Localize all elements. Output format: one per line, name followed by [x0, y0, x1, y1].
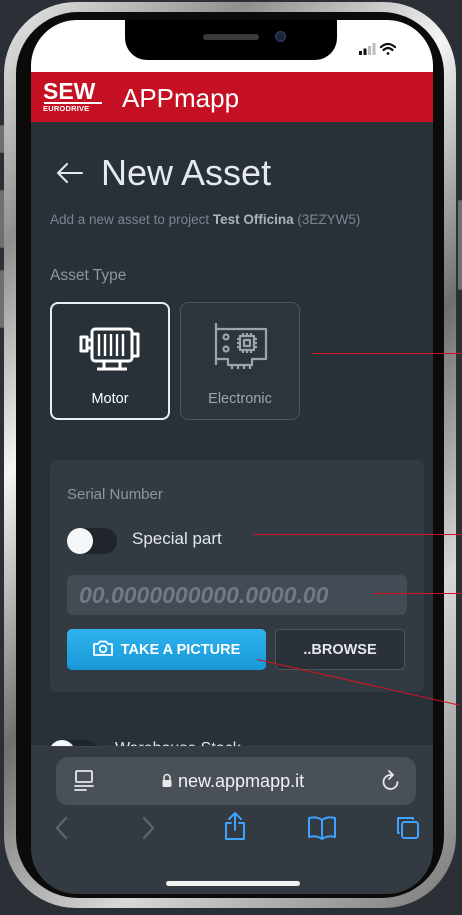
- annotation-line: [312, 353, 462, 354]
- annotation-line: [373, 593, 462, 594]
- front-camera: [275, 31, 286, 42]
- reload-icon[interactable]: [380, 769, 402, 798]
- asset-type-motor-card[interactable]: Motor: [50, 302, 170, 420]
- project-name: Test Officina: [212, 212, 294, 227]
- status-bar: [31, 20, 433, 72]
- wifi-icon: [379, 42, 397, 55]
- back-icon[interactable]: [53, 815, 71, 846]
- forward-icon[interactable]: [139, 815, 157, 846]
- special-part-label: Special part: [132, 529, 222, 548]
- asset-type-label: Asset Type: [50, 267, 127, 284]
- take-picture-label: TAKE A PICTURE: [120, 641, 241, 658]
- subtitle-prefix: Add a new asset to project: [50, 212, 210, 227]
- project-code: (3EZYW5): [297, 212, 361, 227]
- notch: [125, 20, 337, 60]
- bookmarks-icon[interactable]: [307, 815, 337, 846]
- address-bar[interactable]: new.appmapp.it: [56, 757, 416, 805]
- asset-type-electronic-card[interactable]: Electronic: [180, 302, 300, 420]
- share-icon[interactable]: [223, 811, 247, 846]
- camera-icon: [92, 640, 113, 660]
- serial-number-input[interactable]: [67, 575, 407, 615]
- status-icons: [359, 42, 397, 61]
- page-subtitle: Add a new asset to project Test Officina…: [50, 212, 360, 227]
- lock-icon: [161, 773, 173, 793]
- home-indicator: [166, 881, 300, 886]
- tabs-icon[interactable]: [395, 815, 421, 846]
- phone-power-button: [458, 200, 462, 290]
- electronic-label: Electronic: [208, 391, 272, 407]
- phone-screen: SEW EURODRIVE APPmapp New Asset Add a ne…: [31, 20, 433, 894]
- sew-eurodrive-logo: SEW EURODRIVE: [43, 78, 103, 113]
- motor-icon: [52, 322, 168, 372]
- page-title: New Asset: [101, 152, 272, 193]
- annotation-line: [253, 534, 462, 535]
- signal-icon: [359, 43, 376, 55]
- serial-number-label: Serial Number: [67, 486, 163, 503]
- logo-brand: SEW: [43, 78, 96, 104]
- motor-label: Motor: [91, 391, 129, 407]
- toggle-knob: [67, 528, 93, 554]
- browser-bottom-bar: new.appmapp.it: [31, 746, 433, 894]
- browse-button[interactable]: ..BROWSE: [275, 629, 405, 670]
- back-arrow-icon[interactable]: [56, 163, 84, 188]
- app-bar: SEW EURODRIVE APPmapp: [31, 72, 433, 122]
- speaker: [203, 34, 259, 40]
- special-part-toggle[interactable]: [67, 528, 117, 554]
- circuit-board-icon: [181, 321, 299, 371]
- logo-sub: EURODRIVE: [43, 104, 90, 113]
- take-picture-button[interactable]: TAKE A PICTURE: [67, 629, 266, 670]
- url-text: new.appmapp.it: [178, 771, 305, 791]
- reader-view-icon[interactable]: [73, 769, 95, 798]
- app-name: APPmapp: [122, 83, 240, 113]
